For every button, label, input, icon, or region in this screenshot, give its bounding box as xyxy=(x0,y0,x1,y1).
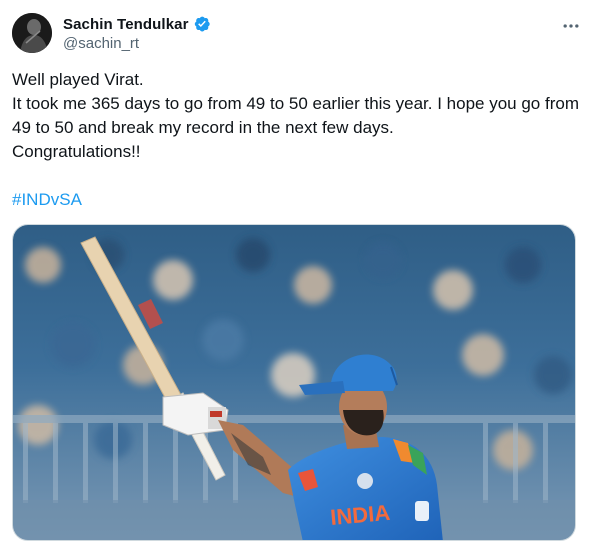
author-display-name[interactable]: Sachin Tendulkar xyxy=(63,16,189,33)
tweet-card: Sachin Tendulkar @sachin_rt Well played … xyxy=(0,0,593,547)
tweet-line: Well played Virat. xyxy=(12,70,144,89)
author-handle[interactable]: @sachin_rt xyxy=(63,35,211,52)
tweet-line: It took me 365 days to go from 49 to 50 … xyxy=(12,94,579,137)
verified-badge-icon xyxy=(193,15,211,33)
hashtag-link[interactable]: #INDvSA xyxy=(12,188,82,212)
tweet-header: Sachin Tendulkar @sachin_rt xyxy=(12,12,581,54)
tweet-photo[interactable]: INDIA xyxy=(12,224,576,541)
author-names: Sachin Tendulkar @sachin_rt xyxy=(63,14,211,52)
tweet-line: Congratulations!! xyxy=(12,142,141,161)
more-options-icon[interactable] xyxy=(561,16,581,36)
avatar-image xyxy=(12,13,52,53)
jersey-lettering: INDIA xyxy=(329,500,391,530)
author-avatar[interactable] xyxy=(12,13,52,53)
tweet-text: Well played Virat. It took me 365 days t… xyxy=(12,68,581,164)
cricket-photo: INDIA xyxy=(13,225,575,540)
